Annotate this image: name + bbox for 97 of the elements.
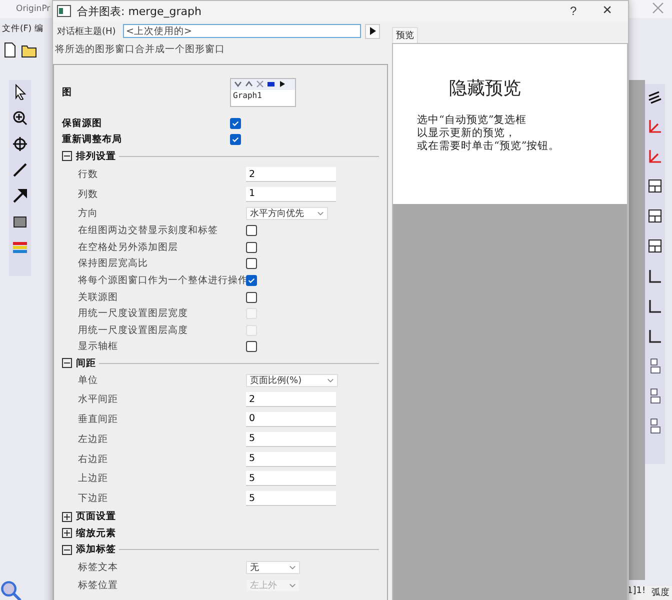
help-button[interactable]: ?: [560, 4, 587, 18]
section-label: 间距: [76, 356, 96, 370]
layout-icon[interactable]: [647, 208, 663, 224]
close-icon[interactable]: [652, 2, 664, 14]
graph-item[interactable]: Graph1: [231, 90, 295, 100]
color-bars-icon[interactable]: [12, 240, 28, 256]
arrow-icon[interactable]: [12, 188, 28, 204]
caret-icon: [327, 378, 334, 384]
close-button[interactable]: ×: [592, 2, 622, 20]
setting-label: 用统一尺度设置图层宽度: [77, 307, 189, 320]
window-icon: [57, 5, 71, 17]
setting-label: 关联源图: [77, 290, 119, 304]
setting-label: 单位: [77, 374, 99, 388]
caret-icon: [317, 210, 324, 216]
checkbox[interactable]: [246, 242, 257, 253]
setting-label: 行数: [77, 168, 99, 182]
preview-heading: 隐藏预览: [448, 77, 522, 100]
number-field[interactable]: 2: [246, 392, 336, 408]
layout-icon[interactable]: [647, 238, 663, 254]
section-label: 添加标签: [76, 543, 116, 556]
setting-label: 图: [62, 86, 73, 98]
number-field[interactable]: 2: [246, 167, 336, 182]
checkbox[interactable]: [246, 225, 257, 236]
frame-icon[interactable]: [647, 268, 663, 284]
number-field[interactable]: 5: [246, 452, 336, 466]
status-text: 弧度: [652, 586, 670, 600]
up-chevron-icon[interactable]: [245, 80, 253, 88]
checkbox[interactable]: [230, 134, 241, 146]
expand-toggle-icon[interactable]: [62, 512, 72, 522]
play-icon: [368, 27, 376, 35]
setting-label: 在组图两边交替显示刻度和标签: [77, 224, 219, 238]
number-field[interactable]: 5: [246, 471, 336, 486]
setting-label: 将每个源图窗口作为一个整体进行操作: [77, 274, 246, 287]
setting-label: 方向: [77, 206, 99, 220]
setting-label: 上边距: [77, 472, 109, 486]
preview-hint: 选中“自动预览”复选框: [417, 114, 528, 127]
section-label: 排列设置: [76, 150, 116, 163]
expand-toggle-icon[interactable]: [62, 544, 72, 555]
setting-label: 下边距: [77, 492, 109, 506]
checkbox[interactable]: [246, 341, 257, 352]
number-field[interactable]: 1: [246, 186, 336, 202]
theme-label: 对话框主题(H): [57, 26, 117, 38]
setting-label: 重新调整布局: [62, 133, 123, 146]
menu-item[interactable]: 文件(F): [2, 23, 32, 35]
number-field[interactable]: 0: [246, 412, 336, 427]
setting-label: 用统一尺度设置图层高度: [77, 324, 189, 337]
description: 将所选的图形窗口合并成一个图形窗口: [54, 43, 226, 57]
preview-tab[interactable]: 预览: [392, 27, 418, 43]
line-icon[interactable]: [12, 162, 28, 178]
crosshair-icon[interactable]: [12, 136, 28, 152]
frame-icon[interactable]: [647, 328, 663, 344]
preview-hint: 或在需要时单击“预览”按钮。: [417, 140, 561, 153]
number-field[interactable]: 5: [246, 432, 336, 447]
axes-icon[interactable]: [647, 148, 663, 164]
setting-label: 显示轴框: [77, 340, 119, 354]
setting-label: 保持图层宽高比: [77, 257, 149, 270]
zoom-in-icon[interactable]: [12, 110, 28, 126]
expand-toggle-icon[interactable]: [62, 528, 72, 538]
setting-label: 左边距: [77, 432, 109, 446]
checkbox[interactable]: [246, 274, 257, 286]
setting-label: 标签文本: [77, 560, 119, 574]
theme-menu-button[interactable]: [365, 24, 380, 38]
setting-label: 列数: [77, 188, 99, 201]
app-title: OriginPr: [16, 4, 50, 14]
checkbox[interactable]: [246, 258, 257, 270]
layout-icon[interactable]: [647, 178, 663, 194]
frame-icon[interactable]: [647, 298, 663, 314]
theme-field[interactable]: <上次使用的>: [123, 24, 361, 38]
new-page-icon[interactable]: [2, 42, 18, 58]
checkbox[interactable]: [230, 118, 241, 129]
graph-list[interactable]: Graph1: [230, 78, 296, 106]
square-icon[interactable]: [267, 80, 275, 88]
search-icon[interactable]: [0, 580, 22, 600]
preview-hint: 以显示更新的预览，: [417, 127, 517, 140]
setting-label: 保留源图: [62, 116, 103, 130]
rectangle-icon[interactable]: [12, 214, 28, 230]
dropdown[interactable]: 无: [246, 560, 300, 574]
expand-toggle-icon[interactable]: [62, 358, 72, 368]
play-icon[interactable]: [278, 80, 286, 88]
section-label: 缩放元素: [76, 526, 116, 540]
setting-label: 右边距: [77, 452, 109, 466]
setting-label: 水平间距: [77, 393, 119, 406]
setting-label: 在空格处另外添加图层: [77, 240, 179, 254]
axes-icon[interactable]: [647, 118, 663, 134]
section-label: 页面设置: [76, 510, 116, 524]
checkbox[interactable]: [246, 292, 257, 303]
caret-icon: [289, 582, 296, 588]
dropdown[interactable]: 水平方向优先: [246, 206, 328, 220]
number-field[interactable]: 5: [246, 491, 336, 506]
dropdown[interactable]: 页面比例(%): [246, 374, 338, 388]
expand-toggle-icon[interactable]: [62, 151, 72, 162]
down-chevron-icon[interactable]: [234, 80, 242, 88]
window-title: 合并图表: merge_graph: [77, 4, 202, 18]
setting-label: 垂直间距: [77, 412, 119, 426]
caret-icon: [289, 564, 296, 570]
setting-label: 标签位置: [77, 578, 119, 592]
menu-item[interactable]: 编: [34, 23, 44, 35]
